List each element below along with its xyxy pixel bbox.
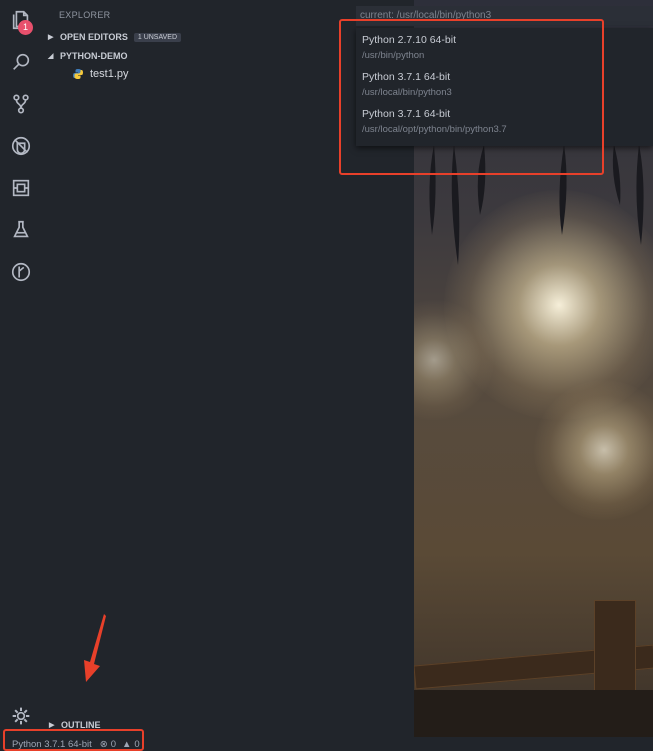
- file-item[interactable]: test1.py: [72, 68, 129, 80]
- chevron-right-icon: ▶: [49, 722, 55, 729]
- unsaved-badge: 1 UNSAVED: [133, 32, 182, 42]
- extensions-icon[interactable]: [9, 176, 33, 200]
- annotation-arrow: [84, 614, 106, 682]
- chevron-right-icon: ▶: [48, 34, 54, 41]
- python-file-icon: [73, 69, 83, 79]
- search-icon[interactable]: [9, 50, 33, 74]
- quick-pick-highlight-box: [339, 19, 604, 175]
- debug-icon[interactable]: [9, 134, 33, 158]
- explorer-badge: 1: [18, 20, 33, 35]
- chevron-down-icon: ◢: [48, 53, 54, 60]
- ground: [414, 690, 653, 737]
- activity-bar: 1: [0, 0, 42, 737]
- test-flask-icon[interactable]: [9, 218, 33, 242]
- project-folder-section[interactable]: ◢ PYTHON-DEMO: [48, 51, 128, 61]
- source-control-icon[interactable]: [9, 92, 33, 116]
- file-name: test1.py: [90, 68, 129, 80]
- open-editors-section[interactable]: ▶ OPEN EDITORS 1 UNSAVED: [48, 32, 182, 42]
- git-lens-icon[interactable]: [9, 260, 33, 284]
- status-interpreter-highlight-box: [3, 729, 144, 751]
- gear-icon[interactable]: [11, 706, 31, 726]
- sidebar-title: EXPLORER: [59, 10, 111, 20]
- open-editors-label: OPEN EDITORS: [60, 32, 128, 42]
- project-folder-label: PYTHON-DEMO: [60, 51, 128, 61]
